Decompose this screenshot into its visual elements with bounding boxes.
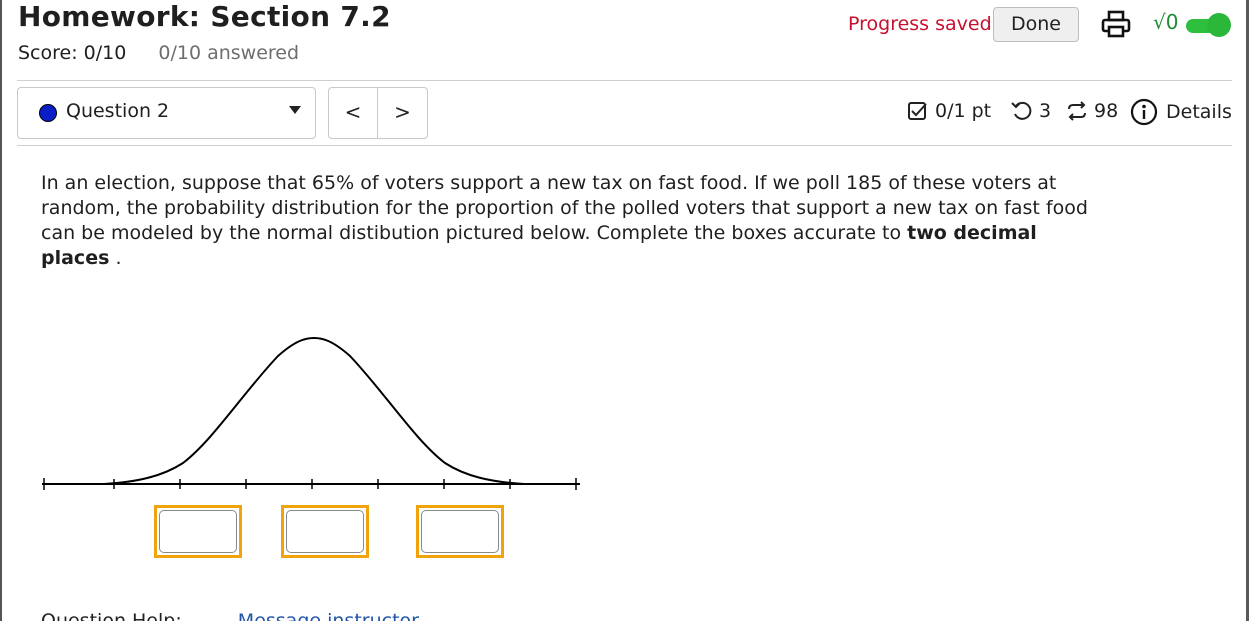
question-nav-buttons: < > (328, 87, 428, 139)
printer-icon[interactable] (1101, 10, 1131, 38)
question-text: In an election, suppose that 65% of vote… (41, 171, 1101, 271)
retries-indicator: 3 (1010, 100, 1051, 122)
window-left-border (0, 0, 2, 621)
question-selector-label: Question 2 (66, 100, 170, 122)
nav-divider (17, 145, 1232, 146)
question-help-row: Question Help: Message instructor (41, 610, 419, 621)
question-help-label: Question Help: (41, 610, 182, 621)
previous-question-button[interactable]: < (329, 88, 379, 138)
answer-box-center (281, 505, 369, 558)
bell-curve (103, 336, 525, 485)
details-label: Details (1166, 101, 1232, 123)
homework-title: Homework: Section 7.2 (18, 0, 391, 33)
score-text: Score: 0/10 (18, 42, 127, 64)
math-input-toggle[interactable]: √0 (1153, 9, 1231, 39)
answer-box-right (416, 505, 504, 558)
submissions-count: 98 (1094, 100, 1119, 122)
sqrt-icon: √0 (1153, 10, 1179, 34)
info-icon (1130, 98, 1158, 126)
retries-count: 3 (1039, 100, 1052, 122)
progress-status: Progress saved (848, 13, 992, 35)
question-status-dot (39, 104, 57, 122)
submissions-indicator: 98 (1066, 100, 1118, 122)
checkbox-icon (908, 102, 927, 120)
points-indicator: 0/1 pt (907, 100, 991, 122)
score-summary: Score: 0/10 0/10 answered (18, 42, 299, 64)
details-button[interactable]: Details (1130, 98, 1232, 126)
caret-down-icon (289, 106, 301, 114)
points-text: 0/1 pt (935, 100, 992, 122)
message-instructor-link[interactable]: Message instructor (238, 610, 419, 621)
answer-input-left[interactable] (159, 510, 237, 553)
question-text-end: . (109, 247, 122, 269)
done-button[interactable]: Done (993, 7, 1079, 42)
answer-input-right[interactable] (421, 510, 499, 553)
next-question-button[interactable]: > (378, 88, 427, 138)
question-selector[interactable]: Question 2 (17, 87, 316, 139)
retry-icon (1011, 101, 1032, 120)
repeat-icon (1068, 101, 1086, 121)
answer-box-left (154, 505, 242, 558)
normal-distribution-graph (42, 336, 580, 490)
toggle-knob (1207, 13, 1231, 37)
answered-count: 0/10 answered (158, 42, 300, 64)
answer-input-center[interactable] (286, 510, 364, 553)
header-divider (17, 80, 1232, 81)
